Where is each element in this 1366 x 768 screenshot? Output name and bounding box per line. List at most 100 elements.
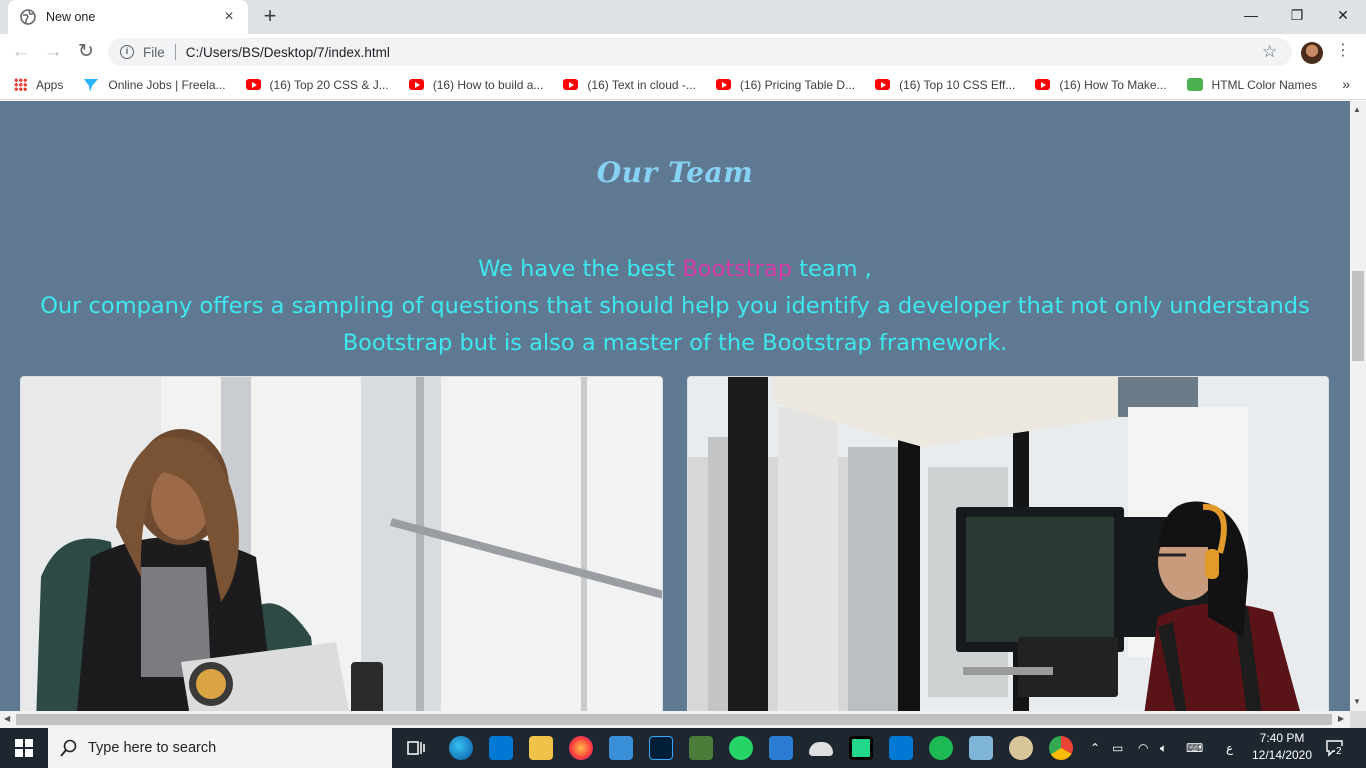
task-view-icon[interactable]	[404, 736, 428, 760]
bookmark-youtube-5[interactable]: (16) Top 10 CSS Eff...	[875, 78, 1015, 92]
start-button[interactable]	[0, 728, 48, 768]
youtube-icon	[1035, 79, 1051, 90]
pycharm-icon[interactable]	[849, 736, 873, 760]
youtube-icon	[875, 79, 891, 90]
scroll-right-icon[interactable]: ▶	[1338, 714, 1344, 723]
notepad-plus-icon[interactable]	[689, 736, 713, 760]
lead-text: team ,	[792, 256, 872, 282]
notification-center-button[interactable]: 2	[1325, 738, 1345, 758]
browser-tab[interactable]: New one ×	[8, 0, 248, 34]
lead-line-3: Bootstrap but is also a master of the Bo…	[342, 330, 1008, 356]
scroll-thumb[interactable]	[16, 714, 1332, 725]
bookmark-label: (16) Top 10 CSS Eff...	[899, 77, 1016, 92]
bookmark-freelancer[interactable]: Online Jobs | Freela...	[83, 77, 226, 93]
scrollbar-corner	[1350, 711, 1366, 728]
volume-icon[interactable]: 🔈︎	[1160, 728, 1167, 768]
bookmark-w3schools[interactable]: HTML Color Names	[1186, 77, 1318, 92]
back-arrow-icon[interactable]: ←	[9, 40, 33, 64]
bookmark-youtube-2[interactable]: (16) How to build a...	[408, 77, 544, 92]
onedrive-icon[interactable]	[809, 742, 833, 756]
bookmark-label: Online Jobs | Freela...	[108, 77, 226, 92]
lead-line-2: Our company offers a sampling of questio…	[40, 293, 1310, 319]
edge-icon[interactable]	[449, 736, 473, 760]
url-text[interactable]: C:/Users/BS/Desktop/7/index.html	[186, 45, 390, 60]
lead-text: We have the best	[478, 256, 683, 282]
windows-logo-icon	[15, 739, 33, 757]
search-icon	[60, 739, 77, 757]
notes-icon[interactable]	[969, 736, 993, 760]
profile-avatar[interactable]	[1301, 42, 1323, 64]
minimize-button[interactable]: —	[1228, 0, 1274, 30]
battery-icon[interactable]: ▭	[1112, 728, 1123, 768]
globe-icon	[20, 9, 36, 25]
taskbar-search-box[interactable]: Type here to search	[48, 728, 392, 768]
notification-count: 2	[1335, 746, 1343, 757]
address-bar[interactable]: i File C:/Users/BS/Desktop/7/index.html	[108, 38, 1292, 66]
bookmark-label: HTML Color Names	[1211, 77, 1318, 92]
scroll-thumb[interactable]	[1352, 271, 1364, 361]
divider	[174, 44, 176, 60]
bookmark-apps[interactable]: Apps	[14, 78, 63, 92]
team-card-2	[687, 376, 1329, 711]
firefox-icon[interactable]	[569, 736, 593, 760]
horizontal-scrollbar[interactable]: ◀ ▶	[0, 711, 1350, 728]
close-tab-icon[interactable]: ×	[220, 8, 238, 26]
chrome-icon[interactable]	[1049, 736, 1073, 760]
tab-strip: New one × + — ❐ ✕	[0, 0, 1366, 34]
close-window-button[interactable]: ✕	[1320, 0, 1366, 30]
browser-toolbar: ← → ↻ i File C:/Users/BS/Desktop/7/index…	[0, 34, 1366, 70]
w3schools-icon	[1186, 78, 1203, 91]
bookmark-youtube-3[interactable]: (16) Text in cloud -...	[563, 78, 696, 92]
scroll-left-icon[interactable]: ◀	[4, 714, 10, 723]
tray-chevron-icon[interactable]: ⌃	[1090, 728, 1100, 768]
whatsapp-icon[interactable]	[729, 736, 753, 760]
file-explorer-icon[interactable]	[529, 736, 553, 760]
tab-title: New one	[46, 10, 96, 24]
scroll-up-icon[interactable]: ▲	[1353, 105, 1361, 114]
app-icon[interactable]	[769, 736, 793, 760]
photoshop-icon[interactable]	[649, 736, 673, 760]
wifi-icon[interactable]: ◠	[1138, 728, 1148, 768]
clock-time: 7:40 PM	[1259, 731, 1305, 745]
scroll-down-icon[interactable]: ▼	[1353, 697, 1361, 706]
team-photo-2	[688, 377, 1328, 711]
apps-grid-icon	[14, 78, 27, 91]
vscode-icon[interactable]	[889, 736, 913, 760]
paint-icon[interactable]	[1009, 736, 1033, 760]
bookmarks-bar: Apps Online Jobs | Freela... (16) Top 20…	[0, 70, 1366, 100]
youtube-icon	[245, 79, 261, 90]
bookmark-label: (16) Top 20 CSS & J...	[269, 77, 389, 92]
clock-date: 12/14/2020	[1251, 748, 1313, 762]
store-icon[interactable]	[609, 736, 633, 760]
bookmark-star-icon[interactable]: ☆	[1262, 43, 1277, 61]
windows-taskbar: Type here to search ⌃ ▭ ◠ 🔈︎ ⌨ ع 7:40 PM…	[0, 728, 1366, 768]
input-language[interactable]: ع	[1226, 728, 1233, 768]
freelancer-icon	[84, 78, 99, 92]
bookmark-label: Apps	[36, 77, 64, 92]
forward-arrow-icon[interactable]: →	[41, 40, 65, 64]
bookmark-youtube-6[interactable]: (16) How To Make...	[1035, 77, 1167, 92]
keyboard-icon[interactable]: ⌨	[1186, 728, 1203, 768]
system-clock[interactable]: 7:40 PM 12/14/2020	[1244, 730, 1320, 764]
team-card-1	[20, 376, 663, 711]
search-placeholder: Type here to search	[88, 740, 217, 756]
new-tab-button[interactable]: +	[258, 5, 282, 29]
bookmark-youtube-1[interactable]: (16) Top 20 CSS & J...	[245, 77, 389, 92]
section-title: Our Team	[596, 156, 754, 189]
vertical-scrollbar[interactable]: ▲ ▼	[1350, 101, 1366, 711]
bookmark-label: (16) Text in cloud -...	[587, 77, 696, 92]
reload-icon[interactable]: ↻	[74, 40, 98, 64]
youtube-icon	[563, 79, 579, 90]
restore-button[interactable]: ❐	[1274, 0, 1320, 30]
lead-highlight: Bootstrap	[682, 256, 792, 282]
section-lead: We have the best Bootstrap team , Our co…	[0, 251, 1350, 362]
info-icon[interactable]: i	[120, 45, 134, 59]
bookmark-label: (16) How to build a...	[432, 77, 544, 92]
bookmark-label: (16) How To Make...	[1059, 77, 1167, 92]
kebab-menu-icon[interactable]: ⋮	[1335, 41, 1351, 61]
spotify-icon[interactable]	[929, 736, 953, 760]
team-photo-1	[21, 377, 662, 711]
bookmark-youtube-4[interactable]: (16) Pricing Table D...	[715, 78, 855, 92]
mail-icon[interactable]	[489, 736, 513, 760]
more-bookmarks-button[interactable]: »	[1342, 76, 1350, 92]
